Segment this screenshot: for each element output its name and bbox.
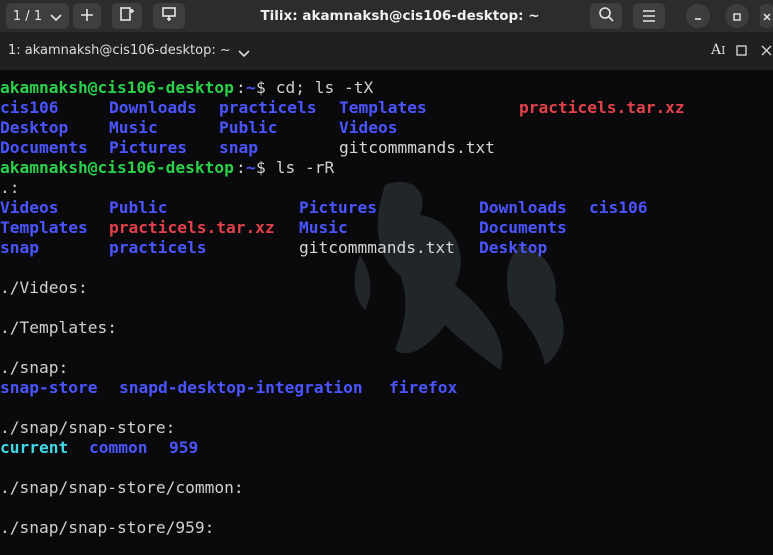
maximize-icon — [732, 7, 742, 26]
listing-entry: cis106 — [589, 198, 648, 217]
terminal-titlebar: 1: akamnaksh@cis106-desktop: ~ AI — [0, 32, 773, 70]
listing-entry: snap — [0, 238, 39, 257]
dir-header: .: — [0, 178, 20, 197]
terminal-title-button[interactable]: 1: akamnaksh@cis106-desktop: ~ — [0, 32, 255, 70]
terminal-view[interactable]: akamnaksh@cis106-desktop: ~ $ cd; ls -tX c… — [0, 70, 773, 555]
listing-entry: gitcommmands.txt — [299, 238, 455, 257]
listing-entry: Videos — [339, 118, 398, 137]
listing-entry: Public — [109, 198, 168, 217]
listing-entry: common — [89, 438, 148, 457]
maximize-button[interactable] — [725, 3, 749, 29]
command-text: cd; ls -tX — [266, 78, 374, 97]
listing-entry: Pictures — [299, 198, 377, 217]
listing-entry: Public — [219, 118, 278, 137]
split-vertical-button[interactable] — [112, 3, 142, 29]
plus-icon — [80, 7, 94, 26]
dir-header: ./snap/snap-store/959: — [0, 518, 215, 537]
hamburger-menu-icon — [642, 7, 656, 26]
dir-header: ./Templates: — [0, 318, 117, 337]
listing-entry: snapd-desktop-integration — [119, 378, 363, 397]
window-title: Tilix: akamnaksh@cis106-desktop: ~ — [260, 8, 540, 24]
listing-entry: Music — [299, 218, 348, 237]
prompt-colon: : — [236, 158, 246, 177]
listing-entry: Music — [109, 118, 158, 137]
dir-header: ./snap/snap-store/common: — [0, 478, 244, 497]
prompt-path: ~ — [246, 78, 256, 97]
dir-header: ./snap/snap-store: — [0, 418, 176, 437]
listing-entry: Desktop — [0, 118, 69, 137]
listing-entry: current — [0, 438, 69, 457]
listing-entry: practicels — [219, 98, 317, 117]
split-horizontal-icon — [161, 6, 177, 26]
listing-entry: Templates — [339, 98, 427, 117]
listing-entry: firefox — [389, 378, 458, 397]
maximize-terminal-icon[interactable] — [736, 45, 747, 60]
listing-entry: Downloads — [109, 98, 197, 117]
add-session-button[interactable] — [73, 3, 101, 29]
listing-entry: snap-store — [0, 378, 98, 397]
listing-entry: practicels — [109, 238, 207, 257]
prompt-symbol: $ — [256, 158, 266, 177]
search-button[interactable] — [590, 3, 622, 29]
prompt-path: ~ — [246, 158, 256, 177]
listing-entry: Documents — [0, 138, 88, 157]
prompt-colon: : — [236, 78, 246, 97]
listing-entry: practicels.tar.xz — [109, 218, 275, 237]
dir-header: ./Videos: — [0, 278, 88, 297]
prompt-symbol: $ — [256, 78, 266, 97]
dir-header: ./snap: — [0, 358, 69, 377]
listing-entry: 959 — [169, 438, 199, 457]
listing-entry: cis106 — [0, 98, 59, 117]
close-icon — [762, 7, 772, 26]
close-button[interactable] — [760, 3, 773, 29]
listing-entry: gitcommmands.txt — [339, 138, 495, 157]
listing-entry: Downloads — [479, 198, 567, 217]
terminal-title-label: 1: akamnaksh@cis106-desktop: ~ — [8, 43, 231, 58]
prompt-line: akamnaksh@cis106-desktop: ~ $ cd; ls -tX — [0, 78, 373, 98]
listing-entry: Pictures — [109, 138, 187, 157]
prompt-user: akamnaksh@cis106-desktop — [0, 158, 234, 177]
split-horizontal-button[interactable] — [153, 3, 185, 29]
session-switcher[interactable]: 1 / 1 — [6, 3, 69, 29]
close-terminal-icon[interactable] — [761, 45, 772, 60]
prompt-line: akamnaksh@cis106-desktop: ~ $ ls -rR — [0, 158, 334, 178]
minimize-button[interactable] — [686, 3, 710, 29]
chevron-down-icon — [50, 7, 62, 26]
search-icon — [598, 6, 614, 26]
session-counter: 1 / 1 — [12, 8, 43, 24]
command-text: ls -rR — [266, 158, 335, 177]
chevron-down-icon — [238, 47, 250, 62]
title-bar: 1 / 1 Tilix: akamnaksh@cis106-desktop: ~ — [0, 0, 773, 32]
minimize-icon — [693, 7, 703, 26]
read-only-icon[interactable]: AI — [711, 42, 725, 58]
listing-entry: Templates — [0, 218, 88, 237]
listing-entry: practicels.tar.xz — [519, 98, 685, 117]
listing-entry: snap — [219, 138, 258, 157]
listing-entry: Videos — [0, 198, 59, 217]
split-vertical-icon — [119, 6, 135, 26]
prompt-user: akamnaksh@cis106-desktop — [0, 78, 234, 97]
listing-entry: Desktop — [479, 238, 548, 257]
menu-button[interactable] — [633, 3, 665, 29]
listing-entry: Documents — [479, 218, 567, 237]
